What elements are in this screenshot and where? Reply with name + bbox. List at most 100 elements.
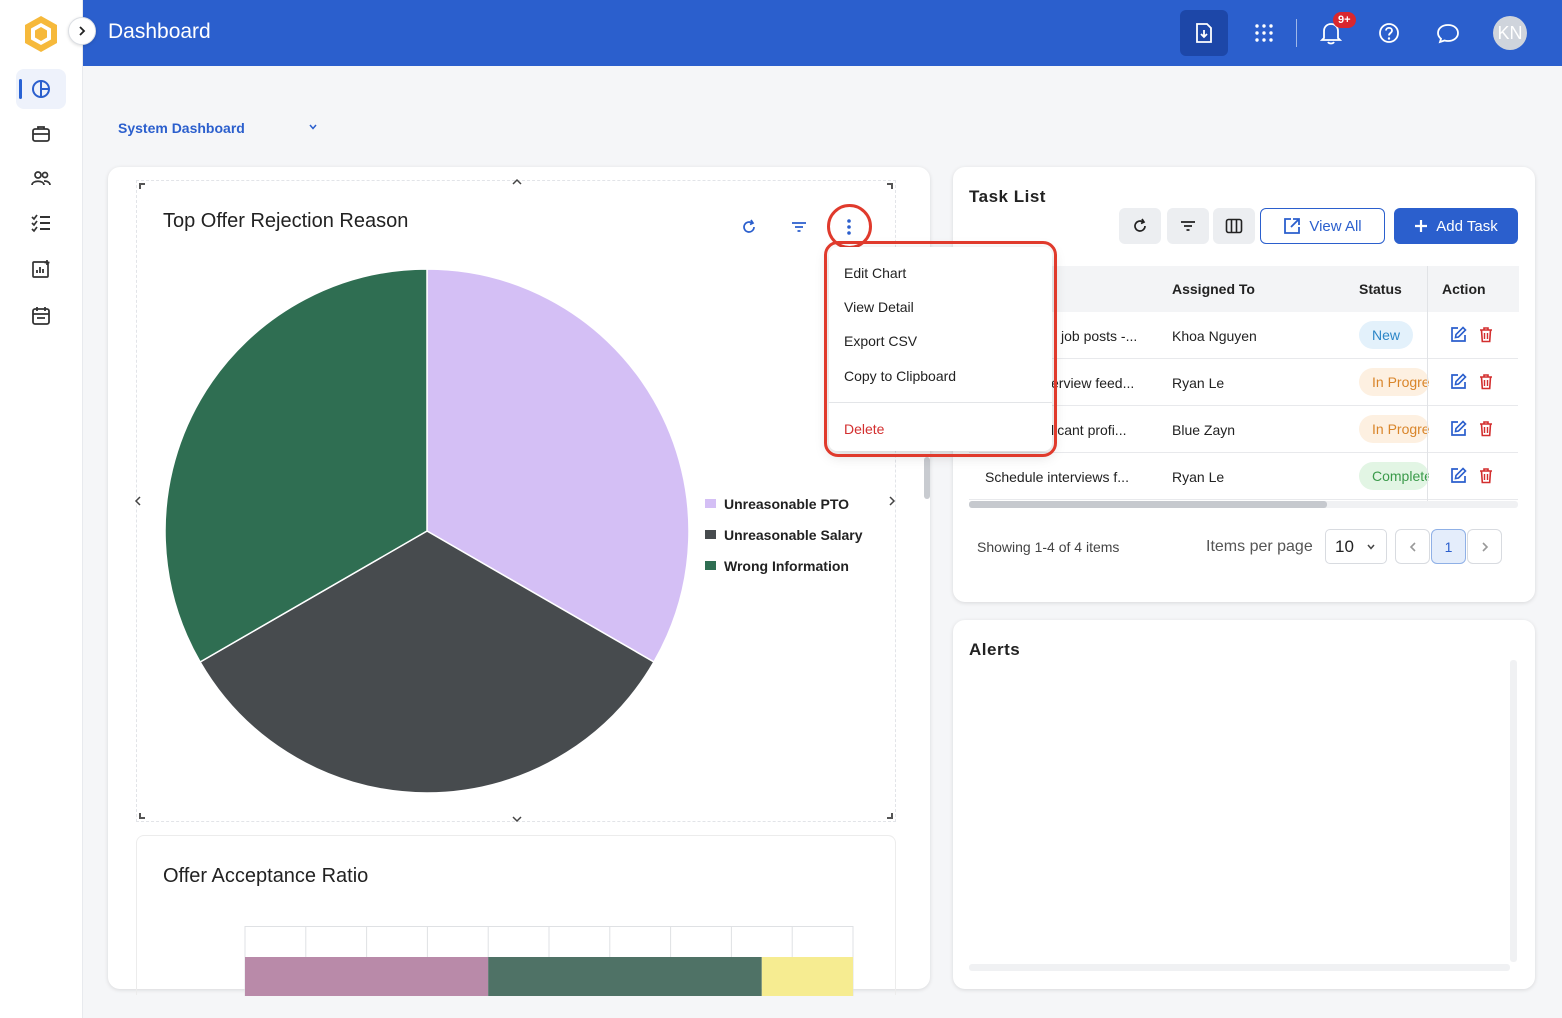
nav-calendar-icon[interactable] (16, 296, 66, 336)
user-avatar[interactable]: KN (1493, 16, 1527, 50)
chart-title: Top Offer Rejection Reason (163, 210, 409, 232)
trash-icon[interactable] (1479, 373, 1495, 391)
filter-icon (792, 222, 806, 232)
legend-swatch (705, 530, 716, 539)
left-widgets-card: Top Offer Rejection Reason Unreasonable … (108, 167, 930, 996)
apps-grid-button[interactable] (1240, 10, 1288, 56)
dashboard-selector[interactable]: System Dashboard (118, 120, 328, 136)
legend-label: Unreasonable Salary (724, 526, 863, 543)
notifications-button[interactable]: 9+ (1307, 10, 1356, 56)
offer-rejection-chart-widget[interactable]: Top Offer Rejection Reason Unreasonable … (133, 177, 897, 824)
bar-segment[interactable] (245, 957, 489, 996)
menu-highlight-ring (824, 241, 1057, 457)
alerts-vertical-scrollbar[interactable] (1510, 660, 1517, 962)
trash-icon[interactable] (1479, 420, 1495, 438)
assigned-to: Ryan Le (1172, 469, 1225, 485)
assigned-to: Blue Zayn (1172, 422, 1236, 438)
legend-item[interactable]: Unreasonable Salary (705, 519, 863, 550)
view-all-label: View All (1309, 217, 1362, 235)
filter-icon (1181, 221, 1195, 231)
nav-reports-chart-icon[interactable] (16, 249, 66, 289)
filter-tasks-button[interactable] (1167, 208, 1209, 244)
page-button[interactable]: 1 (1431, 529, 1466, 564)
horizontal-scrollbar[interactable] (969, 501, 1518, 508)
nav-jobs-briefcase-icon[interactable] (16, 114, 66, 154)
items-per-page-label: Items per page (1206, 538, 1313, 555)
resize-handle-left-icon[interactable] (133, 495, 143, 507)
notification-count-badge: 9+ (1333, 12, 1356, 28)
resize-corner[interactable] (139, 813, 145, 819)
chat-button[interactable] (1424, 10, 1472, 56)
app-logo-icon[interactable] (22, 14, 60, 54)
chat-bubble-icon (1437, 24, 1459, 44)
status-badge: Completed (1359, 462, 1429, 490)
task-name: licant profi... (1051, 422, 1127, 438)
nav-candidates-users-icon[interactable] (16, 158, 66, 198)
sidebar (0, 0, 83, 1018)
edit-icon[interactable] (1450, 373, 1468, 391)
vertical-scrollbar[interactable] (924, 457, 930, 499)
header-divider (1296, 19, 1297, 47)
filter-chart-button[interactable] (787, 215, 811, 239)
items-per-page-value: 10 (1335, 536, 1354, 556)
legend-swatch (705, 561, 716, 570)
previous-page-button[interactable] (1395, 529, 1430, 564)
status-badge: In Progress (1359, 415, 1429, 443)
sidebar-expand-button[interactable] (68, 17, 96, 45)
download-button[interactable] (1180, 10, 1228, 56)
action-column: Action (1427, 266, 1519, 501)
edit-icon[interactable] (1450, 420, 1468, 438)
add-task-button[interactable]: Add Task (1394, 208, 1518, 244)
trash-icon[interactable] (1479, 326, 1495, 344)
refresh-icon (1134, 218, 1146, 232)
nav-dashboard-icon[interactable] (16, 69, 66, 109)
view-all-button[interactable]: View All (1260, 208, 1385, 244)
task-name: job posts -... (1061, 328, 1138, 344)
status-badge: In Progress (1359, 368, 1429, 396)
trash-icon[interactable] (1479, 467, 1495, 485)
alerts-card: Alerts (953, 620, 1535, 989)
resize-handle-bottom-icon[interactable] (511, 814, 523, 824)
resize-handle-top-icon[interactable] (511, 177, 523, 187)
alerts-title: Alerts (969, 640, 1021, 659)
chevron-down-icon (309, 124, 317, 130)
offer-acceptance-ratio-widget[interactable]: Offer Acceptance Ratio (136, 835, 896, 996)
resize-corner[interactable] (139, 183, 145, 189)
items-per-page-select[interactable]: 10 (1325, 529, 1387, 564)
chevron-right-icon (79, 26, 86, 36)
refresh-chart-button[interactable] (737, 215, 761, 239)
resize-corner[interactable] (887, 183, 893, 189)
assigned-to: Khoa Nguyen (1172, 328, 1257, 344)
column-header-assigned-to[interactable]: Assigned To (1172, 281, 1255, 297)
task-name: Schedule interviews f... (985, 469, 1129, 485)
legend-item[interactable]: Unreasonable PTO (705, 488, 863, 519)
legend-item[interactable]: Wrong Information (705, 550, 863, 581)
stacked-bar-chart (244, 926, 854, 996)
status-badge: New (1359, 321, 1414, 349)
help-button[interactable] (1365, 10, 1413, 56)
task-list-title: Task List (969, 187, 1046, 206)
bar-segment[interactable] (761, 957, 853, 996)
file-download-icon (1196, 23, 1212, 43)
task-name: erview feed... (1051, 375, 1135, 391)
column-header-status[interactable]: Status (1359, 281, 1402, 297)
resize-handle-right-icon[interactable] (887, 495, 897, 507)
add-task-label: Add Task (1436, 217, 1498, 235)
columns-button[interactable] (1213, 208, 1255, 244)
bar-segment[interactable] (488, 957, 762, 996)
apps-grid-icon (1255, 24, 1273, 42)
next-page-button[interactable] (1467, 529, 1502, 564)
column-header-action-sticky[interactable]: Action (1442, 281, 1486, 297)
edit-icon[interactable] (1450, 326, 1468, 344)
refresh-tasks-button[interactable] (1119, 208, 1161, 244)
legend-label: Wrong Information (724, 557, 849, 574)
edit-icon[interactable] (1450, 467, 1468, 485)
chart-legend: Unreasonable PTO Unreasonable Salary Wrong… (705, 488, 863, 581)
chevron-down-icon (1367, 544, 1375, 550)
assigned-to: Ryan Le (1172, 375, 1225, 391)
columns-icon (1225, 218, 1243, 234)
nav-tasks-checklist-icon[interactable] (16, 203, 66, 243)
external-link-icon (1284, 218, 1301, 234)
alerts-horizontal-scrollbar[interactable] (969, 964, 1510, 971)
resize-corner[interactable] (887, 813, 893, 819)
